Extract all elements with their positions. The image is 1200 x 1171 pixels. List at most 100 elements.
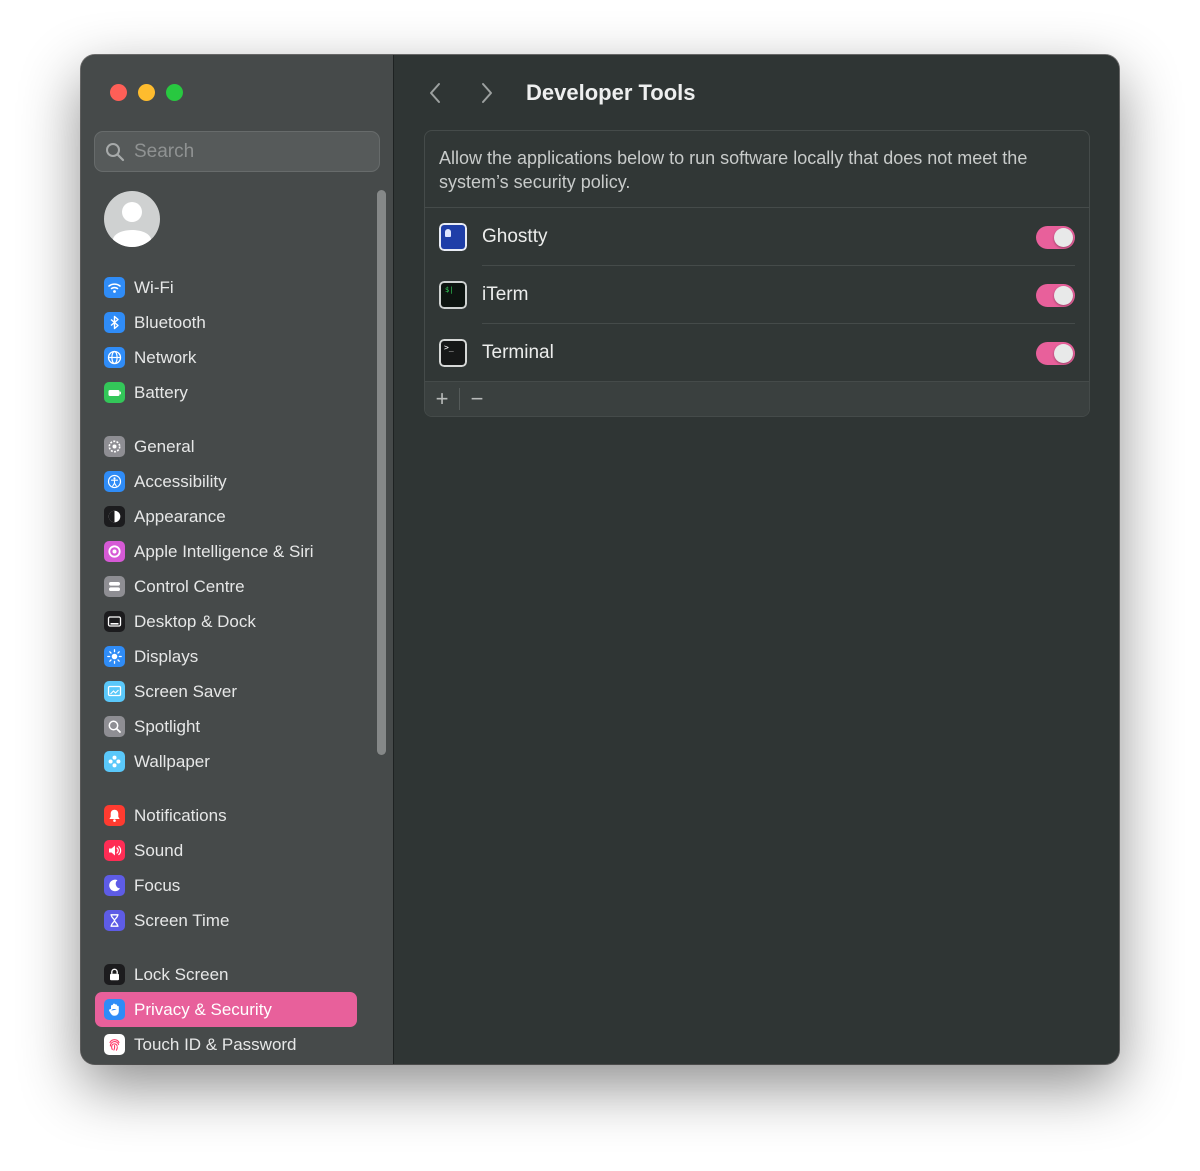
search-icon (106, 142, 125, 161)
sidebar-item-accessibility[interactable]: Accessibility (95, 464, 357, 499)
panel-description: Allow the applications below to run soft… (425, 131, 1089, 208)
app-list: Ghostty $| iTerm >_ Terminal (425, 208, 1089, 382)
bluetooth-icon (104, 312, 125, 333)
sidebar-item-label: Accessibility (134, 471, 227, 491)
sidebar-item-privacy-security[interactable]: Privacy & Security (95, 992, 357, 1027)
sidebar-item-apple-intelligence-siri[interactable]: Apple Intelligence & Siri (95, 534, 357, 569)
close-window-button[interactable] (110, 84, 127, 101)
sidebar-item-wi-fi[interactable]: Wi-Fi (95, 270, 357, 305)
sidebar-item-touch-id-password[interactable]: Touch ID & Password (95, 1027, 357, 1062)
accessibility-icon (104, 471, 125, 492)
lock-icon (104, 964, 125, 985)
sidebar-item-label: Wallpaper (134, 751, 210, 771)
hourglass-icon (104, 910, 125, 931)
back-button[interactable] (420, 78, 450, 108)
fingerprint-icon (104, 1034, 125, 1055)
appearance-icon (104, 506, 125, 527)
hand-icon (104, 999, 125, 1020)
app-toggle-ghostty[interactable] (1036, 225, 1075, 249)
control-centre-icon (104, 576, 125, 597)
search-field[interactable] (94, 131, 380, 172)
dock-icon (104, 611, 125, 632)
battery-icon (104, 382, 125, 403)
screen-saver-icon (104, 681, 125, 702)
sidebar-item-label: Screen Saver (134, 681, 237, 701)
developer-tools-panel: Allow the applications below to run soft… (424, 130, 1090, 417)
sidebar-item-network[interactable]: Network (95, 340, 357, 375)
app-toggle-iterm[interactable] (1036, 283, 1075, 307)
sidebar-item-label: Appearance (134, 506, 226, 526)
toolbar: Developer Tools (420, 75, 696, 111)
panel-footer: + − (425, 381, 1089, 416)
forward-button[interactable] (472, 78, 502, 108)
sidebar-item-control-centre[interactable]: Control Centre (95, 569, 357, 604)
app-name: Ghostty (482, 226, 548, 247)
sidebar-item-label: Spotlight (134, 716, 201, 736)
chevron-right-icon (482, 83, 492, 103)
sun-icon (104, 646, 125, 667)
sidebar: Wi-Fi Bluetooth Network Battery General Acces… (81, 55, 394, 1064)
sidebar-item-desktop-dock[interactable]: Desktop & Dock (95, 604, 357, 639)
app-row-ghostty[interactable]: Ghostty (425, 208, 1089, 266)
toggle-knob (1054, 285, 1073, 305)
toggle-knob (1054, 227, 1073, 247)
sidebar-item-lock-screen[interactable]: Lock Screen (95, 957, 357, 992)
sidebar-item-label: General (134, 436, 195, 456)
remove-app-button[interactable]: − (460, 382, 494, 417)
minimize-window-button[interactable] (138, 84, 155, 101)
sidebar-nav: Wi-Fi Bluetooth Network Battery General Acces… (95, 270, 357, 1062)
terminal-app-icon: >_ (439, 339, 467, 367)
content-pane: Developer Tools Allow the applications b… (395, 55, 1119, 1064)
sidebar-item-appearance[interactable]: Appearance (95, 499, 357, 534)
sidebar-item-screen-time[interactable]: Screen Time (95, 903, 357, 938)
sidebar-item-displays[interactable]: Displays (95, 639, 357, 674)
sidebar-item-spotlight[interactable]: Spotlight (95, 709, 357, 744)
flower-icon (104, 751, 125, 772)
sidebar-item-bluetooth[interactable]: Bluetooth (95, 305, 357, 340)
app-row-terminal[interactable]: >_ Terminal (425, 324, 1089, 382)
moon-icon (104, 875, 125, 896)
search-input[interactable] (134, 140, 364, 163)
app-toggle-terminal[interactable] (1036, 341, 1075, 365)
sidebar-item-label: Wi-Fi (134, 277, 174, 297)
page-title: Developer Tools (526, 80, 696, 105)
app-row-iterm[interactable]: $| iTerm (425, 266, 1089, 324)
sidebar-item-battery[interactable]: Battery (95, 375, 357, 410)
sidebar-item-label: Bluetooth (134, 312, 206, 332)
sidebar-item-label: Focus (134, 875, 181, 895)
speaker-icon (104, 840, 125, 861)
ghostty-app-icon (439, 223, 467, 251)
add-app-button[interactable]: + (425, 382, 459, 417)
sidebar-item-label: Control Centre (134, 576, 245, 596)
siri-icon (104, 541, 125, 562)
sidebar-item-sound[interactable]: Sound (95, 833, 357, 868)
gear-icon (104, 436, 125, 457)
chevron-left-icon (430, 83, 440, 103)
sidebar-item-screen-saver[interactable]: Screen Saver (95, 674, 357, 709)
sidebar-item-label: Touch ID & Password (134, 1034, 297, 1054)
sidebar-item-label: Network (134, 347, 197, 367)
magnifier-icon (104, 716, 125, 737)
wifi-icon (104, 277, 125, 298)
sidebar-item-wallpaper[interactable]: Wallpaper (95, 744, 357, 779)
sidebar-item-label: Notifications (134, 805, 227, 825)
window-controls (110, 84, 183, 101)
sidebar-item-label: Desktop & Dock (134, 611, 256, 631)
zoom-window-button[interactable] (166, 84, 183, 101)
sidebar-item-label: Lock Screen (134, 964, 229, 984)
sidebar-scrollbar[interactable] (377, 190, 386, 755)
app-name: iTerm (482, 284, 529, 305)
avatar[interactable] (104, 191, 160, 247)
sidebar-item-label: Sound (134, 840, 184, 860)
sidebar-item-general[interactable]: General (95, 429, 357, 464)
sidebar-item-focus[interactable]: Focus (95, 868, 357, 903)
sidebar-item-label: Privacy & Security (134, 999, 272, 1019)
bell-icon (104, 805, 125, 826)
sidebar-item-label: Battery (134, 382, 188, 402)
app-name: Terminal (482, 342, 554, 363)
sidebar-item-notifications[interactable]: Notifications (95, 798, 357, 833)
globe-icon (104, 347, 125, 368)
